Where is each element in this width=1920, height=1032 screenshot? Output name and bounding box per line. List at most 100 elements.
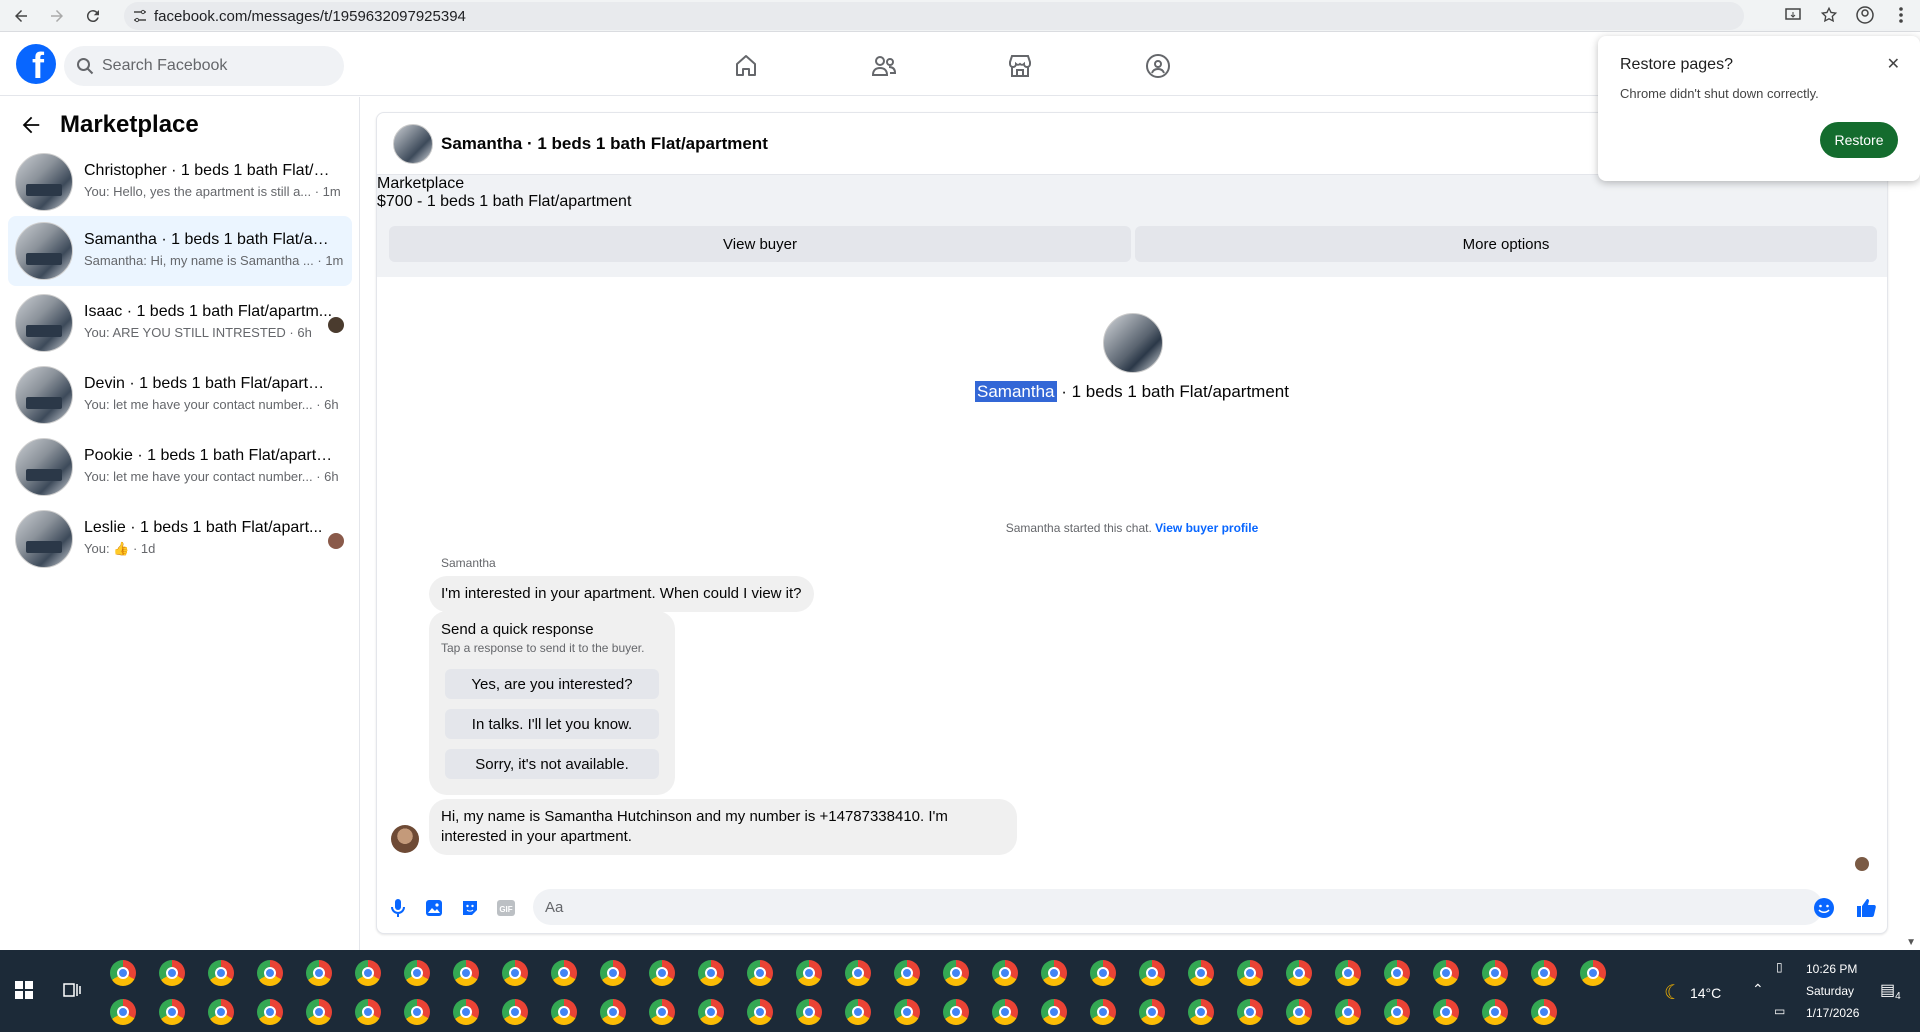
taskbar-app-icon[interactable] <box>796 999 822 1025</box>
taskbar-app-icon[interactable] <box>1237 960 1263 986</box>
message-input[interactable]: Aa <box>533 889 1823 925</box>
taskbar-app-icon[interactable] <box>600 999 626 1025</box>
gif-icon[interactable]: GIF <box>495 897 517 919</box>
taskbar-app-icon[interactable] <box>1286 960 1312 986</box>
conversation-item-christopher[interactable]: Christopher · 1 beds 1 bath Flat/ap... Y… <box>8 147 352 217</box>
taskbar-app-icon[interactable] <box>551 999 577 1025</box>
taskbar-app-icon[interactable] <box>1188 960 1214 986</box>
taskbar-app-icon[interactable] <box>1286 999 1312 1025</box>
taskbar-app-icon[interactable] <box>1384 960 1410 986</box>
taskbar-app-icon[interactable] <box>404 960 430 986</box>
quick-response-not-available[interactable]: Sorry, it's not available. <box>445 749 659 779</box>
taskbar-app-icon[interactable] <box>208 999 234 1025</box>
view-buyer-profile-link[interactable]: View buyer profile <box>1155 521 1258 535</box>
taskbar-app-icon[interactable] <box>355 960 381 986</box>
like-thumb-icon[interactable] <box>1855 897 1877 919</box>
home-icon[interactable] <box>726 52 766 80</box>
taskbar-app-icon[interactable] <box>1139 960 1165 986</box>
message-bubble[interactable]: I'm interested in your apartment. When c… <box>429 576 814 612</box>
url-text[interactable]: facebook.com/messages/t/1959632097925394 <box>154 8 466 25</box>
back-arrow-icon[interactable] <box>20 114 42 136</box>
taskbar-app-icon[interactable] <box>943 999 969 1025</box>
conversation-item-samantha[interactable]: Samantha · 1 beds 1 bath Flat/apar... Sa… <box>8 216 352 286</box>
battery-icon[interactable]: ▯ <box>1776 960 1783 974</box>
taskbar-app-icon[interactable] <box>1580 960 1606 986</box>
taskbar-app-icon[interactable] <box>1139 999 1165 1025</box>
taskbar-app-icon[interactable] <box>208 960 234 986</box>
taskbar-app-icon[interactable] <box>747 960 773 986</box>
emoji-icon[interactable] <box>1813 897 1835 919</box>
taskbar-app-icon[interactable] <box>110 999 136 1025</box>
message-bubble[interactable]: Hi, my name is Samantha Hutchinson and m… <box>429 799 1017 855</box>
clock-day[interactable]: Saturday <box>1806 984 1854 998</box>
install-app-icon[interactable] <box>1782 4 1804 26</box>
listing-price[interactable]: $700 - 1 beds 1 bath Flat/apartment <box>377 193 1887 211</box>
close-icon[interactable]: ✕ <box>1887 54 1900 74</box>
marketplace-icon[interactable] <box>1000 52 1040 80</box>
taskbar-app-icon[interactable] <box>1433 960 1459 986</box>
sender-avatar[interactable] <box>391 825 419 853</box>
restore-button[interactable]: Restore <box>1820 122 1898 158</box>
taskbar-app-icon[interactable] <box>502 960 528 986</box>
chat-title[interactable]: Samantha · 1 beds 1 bath Flat/apartment <box>441 134 768 154</box>
clock-date[interactable]: 1/17/2026 <box>1806 1006 1859 1020</box>
windows-start-icon[interactable] <box>14 980 34 1000</box>
tray-chevron-icon[interactable]: ⌃ <box>1752 981 1764 998</box>
menu-kebab-icon[interactable] <box>1890 4 1912 26</box>
forward-arrow-icon[interactable] <box>42 1 72 31</box>
notifications-icon[interactable]: ▤4 <box>1880 980 1901 1002</box>
taskbar-app-icon[interactable] <box>355 999 381 1025</box>
microphone-icon[interactable] <box>387 897 409 919</box>
taskbar-app-icon[interactable] <box>453 960 479 986</box>
taskbar-app-icon[interactable] <box>649 999 675 1025</box>
weather-widget[interactable]: ☾ 14°C <box>1664 980 1721 1005</box>
task-view-icon[interactable] <box>62 980 82 1000</box>
sticker-icon[interactable] <box>459 897 481 919</box>
friends-icon[interactable] <box>864 52 904 80</box>
taskbar-app-icon[interactable] <box>159 960 185 986</box>
address-bar[interactable]: facebook.com/messages/t/1959632097925394 <box>124 2 1744 30</box>
taskbar-app-icon[interactable] <box>551 960 577 986</box>
taskbar-app-icon[interactable] <box>992 999 1018 1025</box>
bookmark-star-icon[interactable] <box>1818 4 1840 26</box>
taskbar-app-icon[interactable] <box>1041 960 1067 986</box>
taskbar-app-icon[interactable] <box>110 960 136 986</box>
taskbar-app-icon[interactable] <box>845 999 871 1025</box>
facebook-logo-icon[interactable]: f <box>16 44 56 84</box>
taskbar-app-icon[interactable] <box>1090 960 1116 986</box>
conversation-item-devin[interactable]: Devin · 1 beds 1 bath Flat/apartment You… <box>8 360 352 430</box>
taskbar-app-icon[interactable] <box>796 960 822 986</box>
listing-avatar[interactable] <box>393 124 433 164</box>
taskbar-app-icon[interactable] <box>894 960 920 986</box>
search-input[interactable]: Search Facebook <box>64 46 344 86</box>
quick-response-yes[interactable]: Yes, are you interested? <box>445 669 659 699</box>
conversation-item-leslie[interactable]: Leslie · 1 beds 1 bath Flat/apart... You… <box>8 504 352 574</box>
quick-response-in-talks[interactable]: In talks. I'll let you know. <box>445 709 659 739</box>
taskbar-app-icon[interactable] <box>1090 999 1116 1025</box>
taskbar-app-icon[interactable] <box>257 999 283 1025</box>
site-settings-icon[interactable] <box>132 8 148 24</box>
taskbar-app-icon[interactable] <box>1482 999 1508 1025</box>
taskbar-app-icon[interactable] <box>894 999 920 1025</box>
conversation-item-pookie[interactable]: Pookie · 1 beds 1 bath Flat/apartm... Yo… <box>8 432 352 502</box>
taskbar-app-icon[interactable] <box>1335 999 1361 1025</box>
taskbar-app-icon[interactable] <box>1531 999 1557 1025</box>
taskbar-app-icon[interactable] <box>404 999 430 1025</box>
scroll-down-arrow-icon[interactable]: ▼ <box>1906 937 1916 948</box>
taskbar-app-icon[interactable] <box>453 999 479 1025</box>
taskbar-app-icon[interactable] <box>1433 999 1459 1025</box>
taskbar-app-icon[interactable] <box>943 960 969 986</box>
taskbar-app-icon[interactable] <box>992 960 1018 986</box>
conversation-item-isaac[interactable]: Isaac · 1 beds 1 bath Flat/apartm... You… <box>8 288 352 358</box>
taskbar-app-icon[interactable] <box>600 960 626 986</box>
profile-icon[interactable] <box>1854 4 1876 26</box>
taskbar-app-icon[interactable] <box>306 999 332 1025</box>
taskbar-app-icon[interactable] <box>649 960 675 986</box>
taskbar-app-icon[interactable] <box>1188 999 1214 1025</box>
photo-icon[interactable] <box>423 897 445 919</box>
taskbar-app-icon[interactable] <box>159 999 185 1025</box>
network-icon[interactable]: ▭ <box>1774 1004 1785 1018</box>
taskbar-app-icon[interactable] <box>698 999 724 1025</box>
view-buyer-button[interactable]: View buyer <box>389 226 1131 262</box>
taskbar-app-icon[interactable] <box>845 960 871 986</box>
